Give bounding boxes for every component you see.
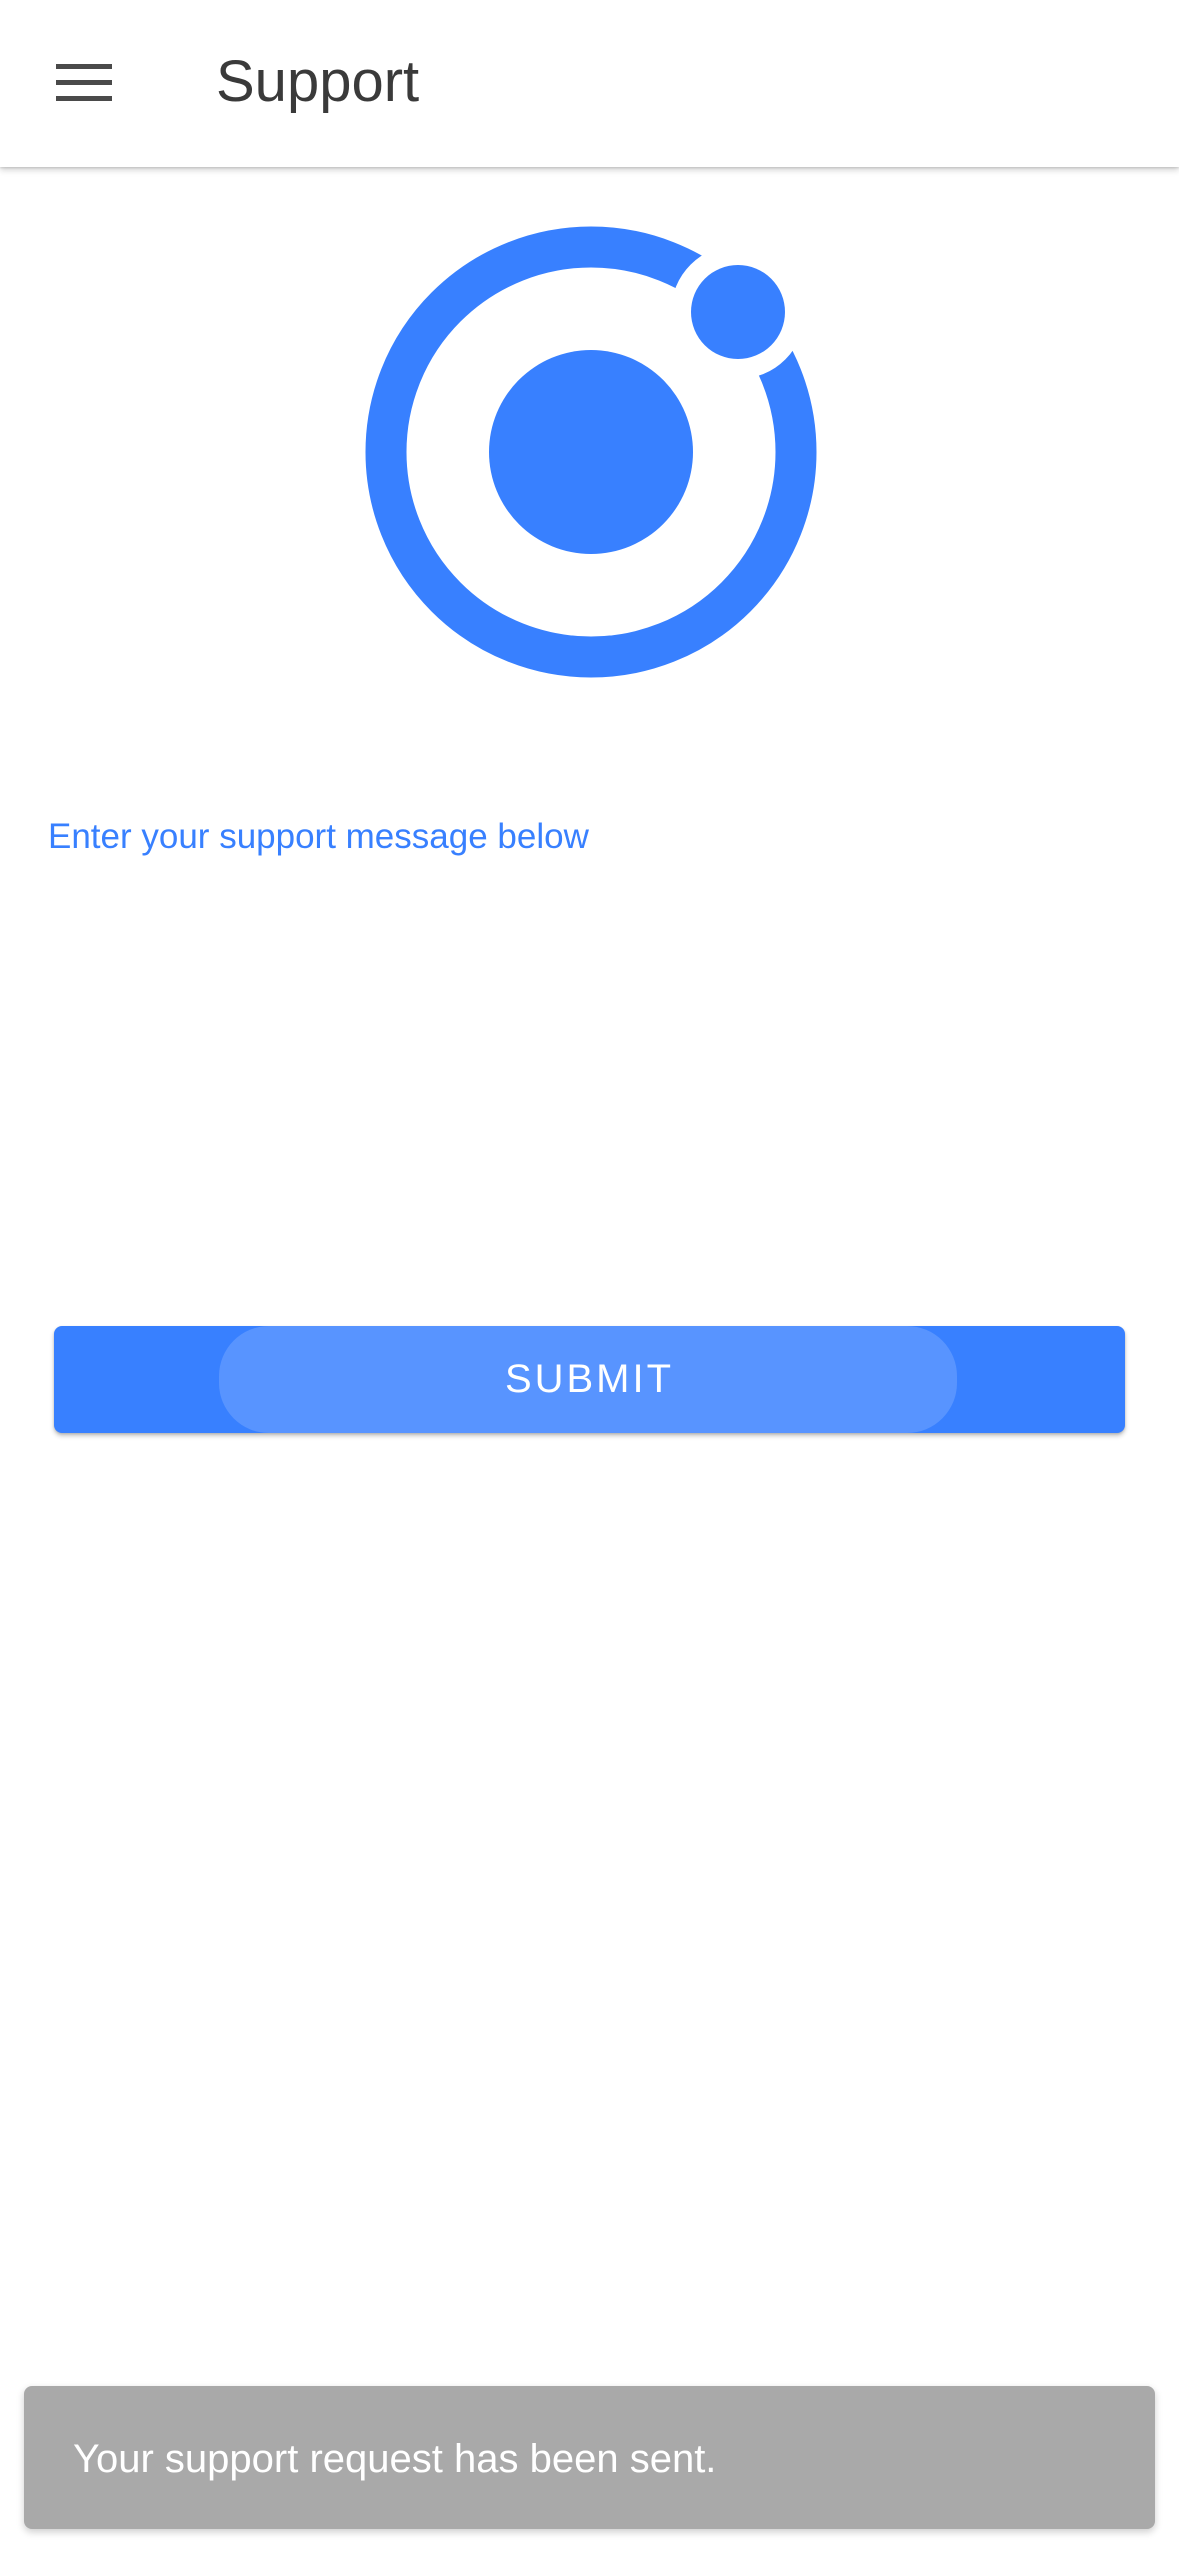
toast: Your support request has been sent.: [24, 2386, 1155, 2529]
ionic-logo-icon: [365, 226, 817, 678]
message-label: Enter your support message below: [48, 817, 589, 856]
menu-icon: [56, 64, 112, 101]
submit-button[interactable]: SUBMIT: [54, 1326, 1125, 1433]
submit-label: SUBMIT: [504, 1357, 675, 1401]
message-input[interactable]: [48, 880, 1131, 1260]
toolbar: Support: [0, 0, 1179, 167]
page-title: Support: [216, 49, 420, 114]
toast-message: Your support request has been sent.: [73, 2437, 717, 2481]
menu-button[interactable]: [30, 33, 138, 133]
